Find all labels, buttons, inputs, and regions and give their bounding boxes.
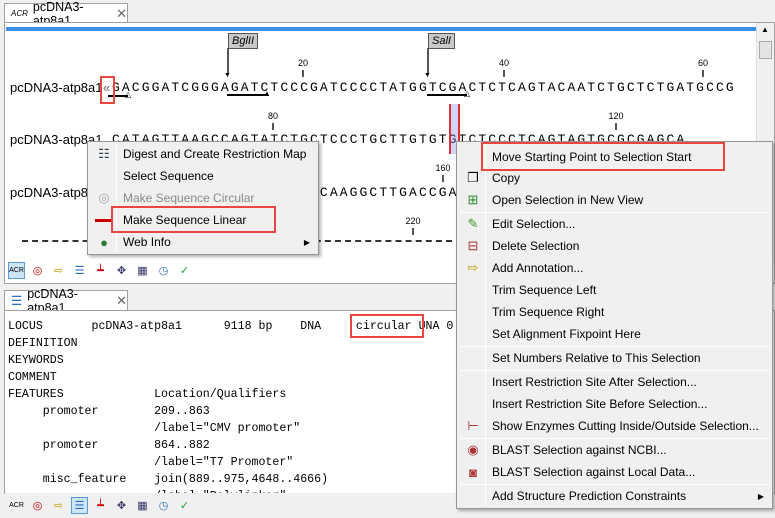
text-view-icon: ☰: [11, 294, 23, 308]
annotations-icon[interactable]: ⇨: [50, 497, 67, 514]
text-view-icon[interactable]: ☰: [71, 497, 88, 514]
enzymes-cutting-icon: ⊢: [467, 418, 479, 433]
menu-item-edit-selection[interactable]: ✎ Edit Selection...: [459, 213, 770, 235]
scroll-up-icon[interactable]: ▲: [761, 25, 769, 34]
active-strip: [6, 27, 756, 31]
submenu-arrow-icon: ▶: [757, 491, 764, 501]
highlight-box: [100, 76, 115, 104]
check-icon[interactable]: ✓: [176, 262, 193, 279]
restriction-icon[interactable]: ┷: [92, 497, 109, 514]
delete-selection-icon: ⊟: [467, 238, 479, 253]
tab-text-view[interactable]: ☰ pcDNA3-atp8a1 ✕: [4, 287, 128, 315]
tick-label: 40: [498, 58, 509, 68]
context-menu-selection: Move Starting Point to Selection Start ❐…: [456, 141, 773, 509]
tick-label: 120: [608, 111, 624, 121]
menu-item-insert-after[interactable]: Insert Restriction Site After Selection.…: [459, 371, 770, 393]
genbank-text[interactable]: DEFINITION KEYWORDS COMMENT FEATURES Locati…: [8, 335, 328, 505]
close-icon[interactable]: ✕: [116, 6, 127, 22]
digest-icon: ☷: [98, 146, 110, 161]
circle-icon: ◎: [98, 190, 110, 205]
tick-label: 60: [697, 58, 708, 68]
highlight-box: [481, 142, 725, 171]
menu-item-blast-ncbi[interactable]: ◉ BLAST Selection against NCBI...: [459, 439, 770, 461]
tick-label: 220: [405, 216, 421, 226]
digest-icon[interactable]: ▦: [134, 262, 151, 279]
menu-item-structure-constraints[interactable]: Add Structure Prediction Constraints ▶: [459, 485, 770, 507]
submenu-arrow-icon: ▶: [303, 237, 310, 247]
menu-item-delete-selection[interactable]: ⊟ Delete Selection: [459, 235, 770, 257]
tick-label: 160: [435, 163, 451, 173]
menu-item-alignment-fixpoint[interactable]: Set Alignment Fixpoint Here: [459, 323, 770, 345]
globe-icon: ●: [100, 234, 108, 250]
menu-item-show-enzymes[interactable]: ⊢ Show Enzymes Cutting Inside/Outside Sel…: [459, 415, 770, 437]
circular-view-icon[interactable]: ◎: [29, 497, 46, 514]
text-view-icon[interactable]: ☰: [71, 262, 88, 279]
sequence-row[interactable]: GACGGATCGGGAGATCTCCCGATCCCCTATGGTCGACTCT…: [112, 80, 736, 95]
cut-marker-icon: ▼: [424, 72, 431, 79]
blast-ncbi-icon: ◉: [467, 442, 479, 457]
close-icon[interactable]: ✕: [116, 293, 127, 309]
restriction-icon[interactable]: ┷: [92, 262, 109, 279]
highlight-box: [350, 314, 424, 338]
menu-item-insert-before[interactable]: Insert Restriction Site Before Selection…: [459, 393, 770, 415]
annotations-icon[interactable]: ⇨: [50, 262, 67, 279]
tick-label: 20: [297, 58, 308, 68]
cut-marker-icon: ▼: [224, 72, 231, 79]
check-icon[interactable]: ✓: [176, 497, 193, 514]
history-icon[interactable]: ◷: [155, 262, 172, 279]
tab-sequence-view[interactable]: ACR pcDNA3-atp8a1 ✕: [4, 0, 128, 28]
view-toolbar: ACR ◎ ⇨ ☰ ┷ ✥ ▦ ◷ ✓: [8, 262, 193, 279]
enzymes-icon[interactable]: ✥: [113, 497, 130, 514]
highlight-box: [111, 206, 276, 233]
menu-item-open-new-view[interactable]: ⊞ Open Selection in New View: [459, 189, 770, 211]
menu-item-digest[interactable]: ☷ Digest and Create Restriction Map: [90, 143, 316, 165]
sequence-view-icon[interactable]: ACR: [8, 262, 25, 279]
sequence-view-icon: ACR: [11, 9, 28, 18]
circular-view-icon[interactable]: ◎: [29, 262, 46, 279]
enzyme-label-sali[interactable]: SalI: [428, 33, 455, 49]
tick-label: 80: [267, 111, 278, 121]
sequence-name-label: pcDNA3-atp8a1: [10, 80, 103, 95]
context-menu-sequence: ☷ Digest and Create Restriction Map Selec…: [87, 141, 319, 255]
enzyme-label-bglii[interactable]: BglII: [228, 33, 259, 49]
menu-item-web-info[interactable]: ● Web Info ▶: [90, 231, 316, 253]
digest-icon[interactable]: ▦: [134, 497, 151, 514]
menu-item-trim-right[interactable]: Trim Sequence Right: [459, 301, 770, 323]
blast-local-icon: ◙: [469, 464, 477, 480]
view-toolbar-bottom: ACR ◎ ⇨ ☰ ┷ ✥ ▦ ◷ ✓: [8, 497, 193, 514]
menu-item-blast-local[interactable]: ◙ BLAST Selection against Local Data...: [459, 461, 770, 483]
enzymes-icon[interactable]: ✥: [113, 262, 130, 279]
menu-item-add-annotation[interactable]: ⇨ Add Annotation...: [459, 257, 770, 279]
add-annotation-icon: ⇨: [467, 260, 479, 275]
history-icon[interactable]: ◷: [155, 497, 172, 514]
menu-item-set-numbers[interactable]: Set Numbers Relative to This Selection: [459, 347, 770, 369]
sequence-view-icon[interactable]: ACR: [8, 497, 25, 514]
copy-icon: ❐: [467, 170, 479, 185]
pencil-icon: ✎: [467, 216, 479, 231]
scrollbar-thumb[interactable]: [759, 41, 772, 59]
menu-item-select-sequence[interactable]: Select Sequence: [90, 165, 316, 187]
new-view-icon: ⊞: [467, 192, 479, 207]
menu-item-trim-left[interactable]: Trim Sequence Left: [459, 279, 770, 301]
